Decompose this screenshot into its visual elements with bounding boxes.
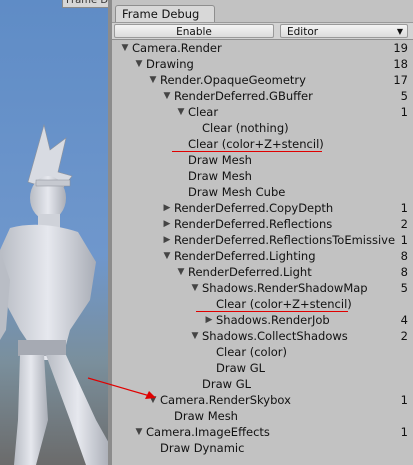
tree-row-label: Shadows.CollectShadows (202, 329, 348, 343)
tree-row-count: 1 (400, 233, 408, 247)
expanded-arrow-icon[interactable]: ▼ (120, 40, 130, 56)
target-dropdown-label: Editor (287, 26, 319, 38)
tree-row-label: Camera.ImageEffects (146, 425, 270, 439)
tree-row[interactable]: ▼ Shadows.CollectShadows 2 (112, 328, 413, 344)
chevron-down-icon: ▼ (396, 27, 403, 36)
expanded-arrow-icon[interactable]: ▼ (176, 264, 186, 280)
tree-row[interactable]: ▶ RenderDeferred.ReflectionsToEmissive 1 (112, 232, 413, 248)
tree-row[interactable]: Clear (color) (112, 344, 413, 360)
tree-row[interactable]: ▼ RenderDeferred.GBuffer 5 (112, 88, 413, 104)
annotation-underline (172, 151, 322, 152)
tree-row-label: Draw Mesh (188, 169, 252, 183)
tree-row[interactable]: ▼ Clear 1 (112, 104, 413, 120)
tree-row-label: Shadows.RenderJob (216, 313, 330, 327)
tree-row[interactable]: ▼ Drawing 18 (112, 56, 413, 72)
tree-row-label: Drawing (146, 57, 194, 71)
tree-row[interactable]: ▼ Shadows.RenderShadowMap 5 (112, 280, 413, 296)
tree-row[interactable]: ▶ RenderDeferred.Reflections 2 (112, 216, 413, 232)
tree-row-label: Draw Mesh (174, 409, 238, 423)
tree-row-label: Draw GL (216, 361, 266, 375)
tree-row-label: Clear (color+Z+stencil) (188, 137, 324, 151)
character-model-image (0, 123, 110, 465)
tree-row[interactable]: ▼ RenderDeferred.Light 8 (112, 264, 413, 280)
expanded-arrow-icon[interactable]: ▼ (162, 88, 172, 104)
expanded-arrow-icon[interactable]: ▼ (190, 328, 200, 344)
tree-row-count: 19 (393, 41, 408, 55)
expanded-arrow-icon[interactable]: ▼ (148, 72, 158, 88)
tree-row-count: 2 (400, 329, 408, 343)
expanded-arrow-icon[interactable]: ▼ (148, 392, 158, 408)
tree-row-label: Shadows.RenderShadowMap (202, 281, 368, 295)
tree-row-label: Clear (color+Z+stencil) (216, 297, 352, 311)
expanded-arrow-icon[interactable]: ▼ (134, 56, 144, 72)
tree-row[interactable]: Draw GL (112, 360, 413, 376)
tree-row-label: Draw Mesh Cube (188, 185, 286, 199)
tree-row[interactable]: ▼ Camera.ImageEffects 1 (112, 424, 413, 440)
tree-row-count: 2 (400, 217, 408, 231)
tree-row[interactable]: Draw Mesh (112, 168, 413, 184)
frame-debugger-panel: Frame Debug Enable Editor ▼ ▼ Camera.Rend… (112, 0, 413, 465)
tree-row-label: RenderDeferred.Light (188, 265, 312, 279)
target-dropdown[interactable]: Editor ▼ (280, 24, 408, 38)
expanded-arrow-icon[interactable]: ▼ (134, 424, 144, 440)
tree-row[interactable]: Draw Mesh (112, 408, 413, 424)
tree-row-label: RenderDeferred.Lighting (174, 249, 316, 263)
tree-row[interactable]: ▼ Camera.RenderSkybox 1 (112, 392, 413, 408)
expanded-arrow-icon[interactable]: ▼ (190, 280, 200, 296)
tree-row-label: Camera.RenderSkybox (160, 393, 291, 407)
tree-row-count: 8 (400, 249, 408, 263)
tree-row-count: 1 (400, 105, 408, 119)
tree-row-count: 1 (400, 201, 408, 215)
frame-debugger-toolbar: Enable Editor ▼ (112, 22, 413, 40)
tree-row[interactable]: Draw Mesh (112, 152, 413, 168)
tree-row-label: RenderDeferred.ReflectionsToEmissive (174, 233, 396, 247)
tree-row-count: 17 (393, 73, 408, 87)
tree-row[interactable]: Draw GL (112, 376, 413, 392)
tree-row[interactable]: ▼ Camera.Render 19 (112, 40, 413, 56)
tree-row[interactable]: ▼ Render.OpaqueGeometry 17 (112, 72, 413, 88)
tree-row-count: 18 (393, 57, 408, 71)
collapsed-arrow-icon[interactable]: ▶ (162, 216, 172, 232)
tree-row[interactable]: ▶ RenderDeferred.CopyDepth 1 (112, 200, 413, 216)
tree-row-count: 8 (400, 265, 408, 279)
enable-button[interactable]: Enable (114, 24, 274, 38)
tree-row-count: 1 (400, 393, 408, 407)
tree-row-count: 1 (400, 425, 408, 439)
tree-row-label: Clear (nothing) (202, 121, 289, 135)
annotation-underline (196, 311, 348, 312)
tree-row-label: RenderDeferred.GBuffer (174, 89, 313, 103)
event-tree: ▼ Camera.Render 19 ▼ Drawing 18 ▼ Render.Opaque… (112, 40, 413, 456)
tree-row-label: Draw GL (202, 377, 252, 391)
tree-row[interactable]: Clear (color+Z+stencil) (112, 136, 413, 152)
tree-row-count: 4 (400, 313, 408, 327)
tree-row[interactable]: Clear (color+Z+stencil) (112, 296, 413, 312)
tree-row-label: Camera.Render (132, 41, 222, 55)
tree-row[interactable]: Draw Mesh Cube (112, 184, 413, 200)
tree-row-label: Draw Mesh (188, 153, 252, 167)
tree-row-label: RenderDeferred.Reflections (174, 217, 333, 231)
tree-row-count: 5 (400, 89, 408, 103)
tree-row-label: Clear (188, 105, 219, 119)
expanded-arrow-icon[interactable]: ▼ (176, 104, 186, 120)
tree-row[interactable]: ▶ Shadows.RenderJob 4 (112, 312, 413, 328)
expanded-arrow-icon[interactable]: ▼ (162, 248, 172, 264)
tree-row[interactable]: Draw Dynamic (112, 440, 413, 456)
tree-row[interactable]: ▼ RenderDeferred.Lighting 8 (112, 248, 413, 264)
collapsed-arrow-icon[interactable]: ▶ (204, 312, 214, 328)
collapsed-arrow-icon[interactable]: ▶ (162, 200, 172, 216)
collapsed-arrow-icon[interactable]: ▶ (162, 232, 172, 248)
tab-frame-debug[interactable]: Frame Debug (115, 5, 215, 23)
tree-row-count: 5 (400, 281, 408, 295)
tree-row-label: Render.OpaqueGeometry (160, 73, 306, 87)
scene-view[interactable]: Frame D (0, 0, 110, 465)
tree-row-label: RenderDeferred.CopyDepth (174, 201, 334, 215)
tree-row-label: Clear (color) (216, 345, 288, 359)
tree-row[interactable]: Clear (nothing) (112, 120, 413, 136)
tree-row-label: Draw Dynamic (160, 441, 245, 455)
